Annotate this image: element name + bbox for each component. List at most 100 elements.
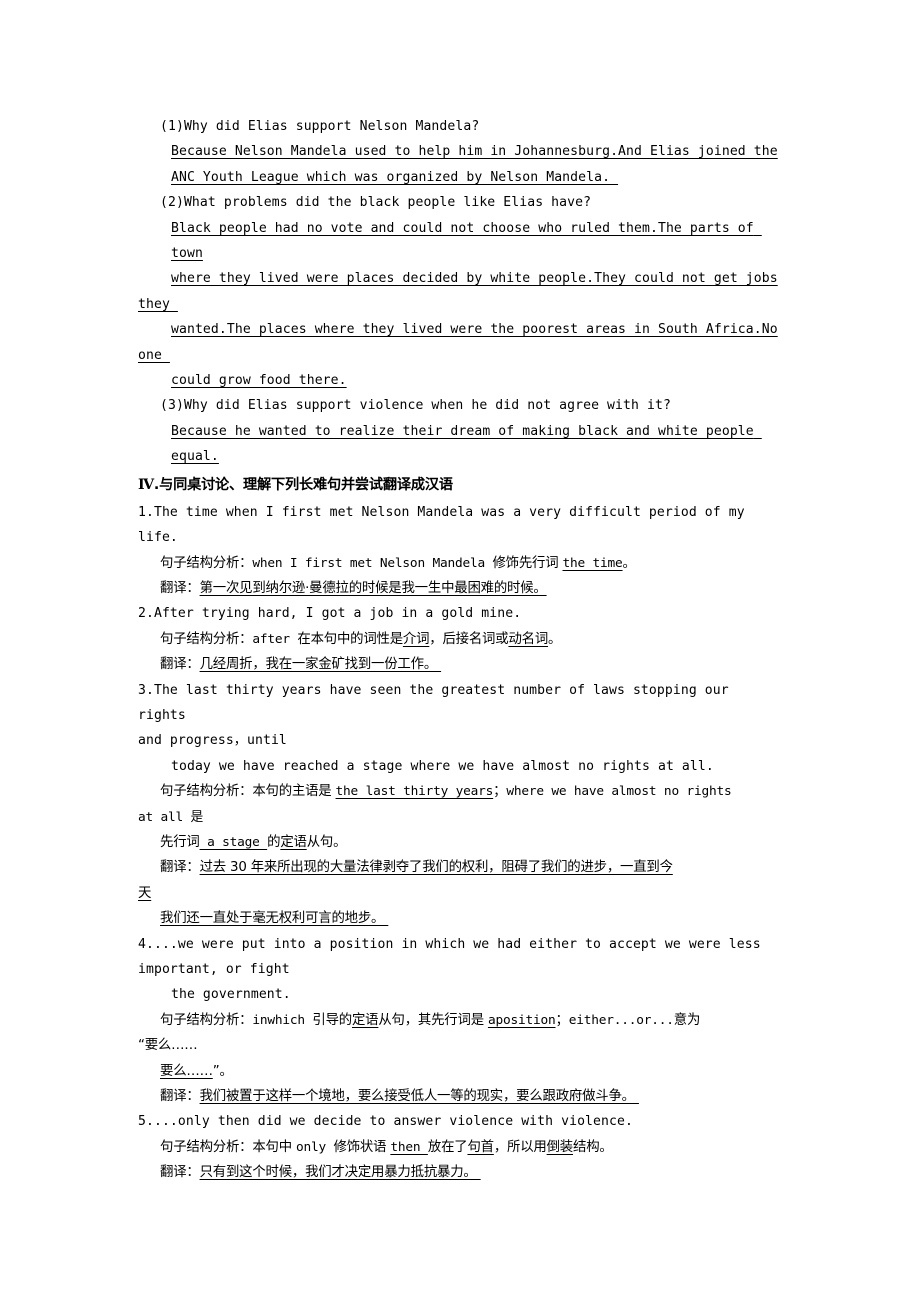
sentence-english-text: ...only then did we decide to answer vio… [153, 1114, 633, 1130]
analysis-key-term: then [390, 1139, 428, 1155]
translation-text: 几经周折，我在一家金矿找到一份工作。 [199, 657, 442, 673]
answer-line: Black people had no vote and could not c… [171, 220, 762, 262]
sentence-number: 5. [138, 1114, 154, 1130]
section-numeral: Ⅳ [138, 476, 154, 493]
sentence-english: 1.The time when I first met Nelson Mande… [138, 500, 784, 551]
sentence-english-text: ...we were put into a position in which … [153, 936, 761, 952]
question-body-3: Why did Elias support violence when he d… [183, 398, 671, 414]
sentence-item-5: 5....only then did we decide to answer v… [138, 1109, 784, 1185]
analysis-part: 在本句中的词性是 [297, 631, 403, 647]
question-body-2: What problems did the black people like … [183, 195, 592, 211]
sentence-item-3: 3.The last thirty years have seen the gr… [138, 678, 784, 932]
analysis-part: 修饰状语 [333, 1139, 391, 1155]
document-content: (1)Why did Elias support Nelson Mandela?… [138, 114, 784, 1186]
analysis-key-term: 动名词 [508, 631, 549, 647]
analysis-part: either...or... [568, 1012, 674, 1028]
question-text-2: (2)What problems did the black people li… [160, 190, 784, 215]
analysis-part: 放在了 [427, 1139, 468, 1155]
answer-line-wrap: one [138, 347, 170, 363]
analysis-part: ，所以用 [493, 1139, 547, 1155]
answer-line: Because Nelson Mandela used to help him … [171, 144, 778, 160]
translation-text: 只有到这个时候，我们才决定用暴力抵抗暴力。 [199, 1165, 481, 1181]
analysis-key-term: the last thirty years [335, 784, 494, 800]
question-text-1: (1)Why did Elias support Nelson Mandela? [160, 114, 784, 139]
question-number-1: (1) [160, 119, 184, 134]
analysis-part: where we have almost no rights [506, 784, 732, 800]
reading-question-2: (2)What problems did the black people li… [138, 190, 784, 393]
answer-line: where they lived were places decided by … [171, 271, 778, 287]
analysis-part: ，后接名词或 [429, 631, 509, 647]
analysis-quote-cont: 要么……”。 [160, 1063, 233, 1079]
question-number-3: (3) [160, 398, 184, 414]
question-number-2: (2) [160, 195, 184, 211]
analysis-key-term: 要么…… [160, 1063, 213, 1079]
sentence-english: 4....we were put into a position in whic… [138, 932, 784, 957]
analysis-part: 本句中 [252, 1139, 296, 1155]
analysis-part: 修饰先行词 [492, 555, 563, 571]
answer-line: Because he wanted to realize their dream… [171, 423, 762, 465]
analysis-key-term: 倒装 [546, 1139, 574, 1155]
sentence-english: 2.After trying hard, I got a job in a go… [138, 601, 784, 626]
translation-label: 翻译： [160, 657, 200, 673]
analysis-label: 句子结构分析： [160, 1012, 253, 1028]
analysis-key-term: 定语 [280, 834, 307, 850]
section-heading: Ⅳ.与同桌讨论、理解下列长难句并尝试翻译成汉语 [138, 472, 784, 499]
analysis-part: 。 [548, 631, 562, 647]
analysis-key-term: the time [562, 555, 623, 571]
reading-question-3: (3)Why did Elias support violence when h… [138, 393, 784, 469]
translation-text: 我们被置于这样一个境地，要么接受低人一等的现实，要么跟政府做斗争。 [199, 1089, 639, 1105]
analysis-part: 意为 [673, 1012, 701, 1028]
sentence-english-wrap: important, or fight [138, 962, 290, 977]
analysis-part: 本句的主语是 [252, 784, 336, 800]
analysis-key-term: aposition [487, 1012, 556, 1028]
sentence-item-2: 2.After trying hard, I got a job in a go… [138, 601, 784, 677]
sentence-analysis: 句子结构分析：after 在本句中的词性是介词，后接名词或动名词。 [160, 627, 784, 652]
sentence-analysis: 句子结构分析：本句中 only 修饰状语 then 放在了句首，所以用倒装结构。 [160, 1135, 784, 1160]
analysis-part: 。 [622, 555, 636, 571]
sentence-item-4: 4....we were put into a position in whic… [138, 932, 784, 1110]
analysis-quote-wrap: “要么…… [138, 1038, 198, 1054]
sentence-analysis-wrap: at all 是 [138, 809, 204, 825]
sentence-english-text: The last thirty years have seen the grea… [138, 682, 737, 723]
sentence-english-text: After trying hard, I got a job in a gold… [153, 606, 522, 622]
sentence-translation: 翻译：第一次见到纳尔逊·曼德拉的时候是我一生中最困难的时候。 [160, 576, 784, 601]
translation-label: 翻译： [160, 860, 200, 876]
sentence-number: 1. [138, 504, 154, 520]
analysis-part: 的 [267, 834, 281, 850]
sentence-item-1: 1.The time when I first met Nelson Mande… [138, 500, 784, 602]
analysis-part: 先行词 [160, 834, 200, 850]
sentence-translation: 翻译：只有到这个时候，我们才决定用暴力抵抗暴力。 [160, 1160, 784, 1185]
analysis-part: when I first met Nelson Mandela [252, 555, 493, 571]
translation-text: 过去 30 年来所出现的大量法律剥夺了我们的权利，阻碍了我们的进步，一直到今 [199, 860, 673, 876]
sentence-number: 3. [138, 682, 154, 698]
question-text-3: (3)Why did Elias support violence when h… [160, 393, 784, 418]
sentence-english: 3.The last thirty years have seen the gr… [138, 678, 784, 729]
analysis-part: only [295, 1139, 334, 1155]
analysis-part: 引导的 [312, 1012, 352, 1028]
sentence-english-wrap: and progress，until [138, 733, 287, 749]
analysis-key-term: a stage [199, 834, 268, 850]
analysis-label: 句子结构分析： [160, 784, 253, 800]
sentence-analysis: 句子结构分析：本句的主语是 the last thirty years；wher… [160, 779, 784, 804]
sentence-english: 5....only then did we decide to answer v… [138, 1109, 784, 1134]
analysis-key-term: 定语 [351, 1012, 379, 1028]
reading-question-1: (1)Why did Elias support Nelson Mandela?… [138, 114, 784, 190]
sentence-english-cont: today we have reached a stage where we h… [171, 758, 714, 774]
analysis-part: 从句。 [306, 834, 347, 850]
analysis-part: ； [555, 1012, 569, 1028]
answer-line: could grow food there. [171, 373, 347, 389]
translation-label: 翻译： [160, 580, 200, 596]
analysis-part: ； [493, 784, 507, 800]
answer-line: wanted.The places where they lived were … [171, 322, 778, 338]
sentence-number: 4. [138, 936, 154, 952]
sentence-translation: 翻译：过去 30 年来所出现的大量法律剥夺了我们的权利，阻碍了我们的进步，一直到… [160, 855, 784, 880]
translation-label: 翻译： [160, 1089, 200, 1105]
sentence-analysis-tail: 先行词 a stage 的定语从句。 [160, 830, 784, 855]
sentence-analysis: 句子结构分析：inwhich 引导的定语从句，其先行词是 aposition；e… [160, 1008, 784, 1033]
translation-label: 翻译： [160, 1165, 200, 1181]
analysis-label: 句子结构分析： [160, 631, 253, 647]
analysis-label: 句子结构分析： [160, 1139, 253, 1155]
translation-cont: 我们还一直处于毫无权利可言的地步。 [160, 911, 389, 927]
translation-text: 第一次见到纳尔逊·曼德拉的时候是我一生中最困难的时候。 [199, 580, 547, 596]
analysis-part: 从句，其先行词是 [378, 1012, 488, 1028]
